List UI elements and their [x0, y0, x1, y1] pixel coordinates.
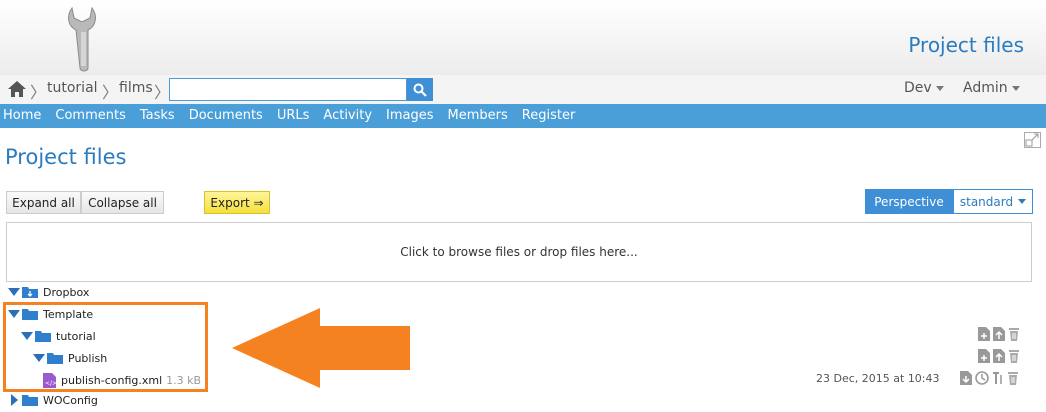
tree-node-label: Dropbox — [43, 285, 90, 299]
breadcrumb-separator: 〉 — [102, 83, 119, 102]
main-nav: Home Comments Tasks Documents URLs Activ… — [0, 104, 1046, 128]
expand-window-icon[interactable] — [1024, 132, 1041, 148]
tree-node-label: WOConfig — [43, 393, 98, 407]
page-header — [0, 0, 1046, 75]
search-icon — [413, 83, 427, 97]
tree-node-woconfig[interactable]: WOConfig — [8, 390, 98, 410]
orange-arrow-icon — [232, 308, 410, 388]
history-icon[interactable] — [975, 371, 989, 385]
nav-register[interactable]: Register — [515, 104, 583, 128]
caret-down-icon — [1011, 85, 1020, 91]
row-actions-file — [960, 371, 1019, 385]
delete-icon[interactable] — [1007, 371, 1019, 385]
dev-menu[interactable]: Dev — [904, 80, 944, 96]
admin-menu[interactable]: Admin — [963, 80, 1020, 96]
file-date: 23 Dec, 2015 at 10:43 — [816, 372, 940, 385]
breadcrumb-item-films[interactable]: films — [119, 80, 153, 96]
breadcrumb-separator: 〉 — [154, 83, 171, 102]
nav-images[interactable]: Images — [379, 104, 441, 128]
nav-activity[interactable]: Activity — [316, 104, 379, 128]
dev-menu-label: Dev — [904, 80, 932, 96]
tree-node-dropbox[interactable]: Dropbox — [8, 282, 89, 302]
nav-home[interactable]: Home — [0, 104, 48, 128]
search-input[interactable] — [169, 78, 407, 101]
nav-members[interactable]: Members — [441, 104, 515, 128]
folder-icon — [22, 395, 38, 406]
caret-down-icon — [935, 85, 944, 91]
site-title: Project files — [908, 33, 1024, 57]
nav-urls[interactable]: URLs — [270, 104, 317, 128]
export-button[interactable]: Export ⇒ — [204, 191, 270, 214]
folder-icon — [22, 287, 38, 298]
page-title: Project files — [5, 145, 127, 169]
nav-tasks[interactable]: Tasks — [133, 104, 182, 128]
add-file-icon[interactable] — [978, 327, 990, 341]
caret-down-icon — [1018, 199, 1027, 204]
perspective-label: Perspective — [865, 189, 953, 214]
row-actions-tutorial — [978, 327, 1020, 341]
version-icon[interactable] — [992, 371, 1004, 385]
upload-icon[interactable] — [993, 327, 1005, 341]
file-dropzone[interactable]: Click to browse files or drop files here… — [6, 222, 1032, 282]
perspective-value: standard — [959, 194, 1014, 209]
delete-icon[interactable] — [1008, 349, 1020, 363]
row-actions-publish — [978, 349, 1020, 363]
add-file-icon[interactable] — [978, 349, 990, 363]
expand-toggle-icon[interactable] — [8, 288, 20, 296]
collapse-all-button[interactable]: Collapse all — [81, 191, 164, 214]
download-icon[interactable] — [960, 371, 972, 385]
home-icon[interactable] — [7, 80, 27, 98]
breadcrumb-item-tutorial[interactable]: tutorial — [47, 80, 98, 96]
perspective-select[interactable]: standard — [953, 189, 1033, 214]
dropzone-text: Click to browse files or drop files here… — [400, 245, 638, 259]
nav-comments[interactable]: Comments — [48, 104, 132, 128]
expand-all-button[interactable]: Expand all — [6, 191, 81, 214]
wrench-logo-icon — [68, 6, 96, 72]
expand-toggle-icon[interactable] — [11, 394, 18, 406]
admin-menu-label: Admin — [963, 80, 1008, 96]
upload-icon[interactable] — [993, 349, 1005, 363]
breadcrumb-separator: 〉 — [30, 83, 47, 102]
highlight-box — [3, 302, 208, 392]
delete-icon[interactable] — [1008, 327, 1020, 341]
search-button[interactable] — [407, 78, 433, 101]
nav-documents[interactable]: Documents — [182, 104, 270, 128]
